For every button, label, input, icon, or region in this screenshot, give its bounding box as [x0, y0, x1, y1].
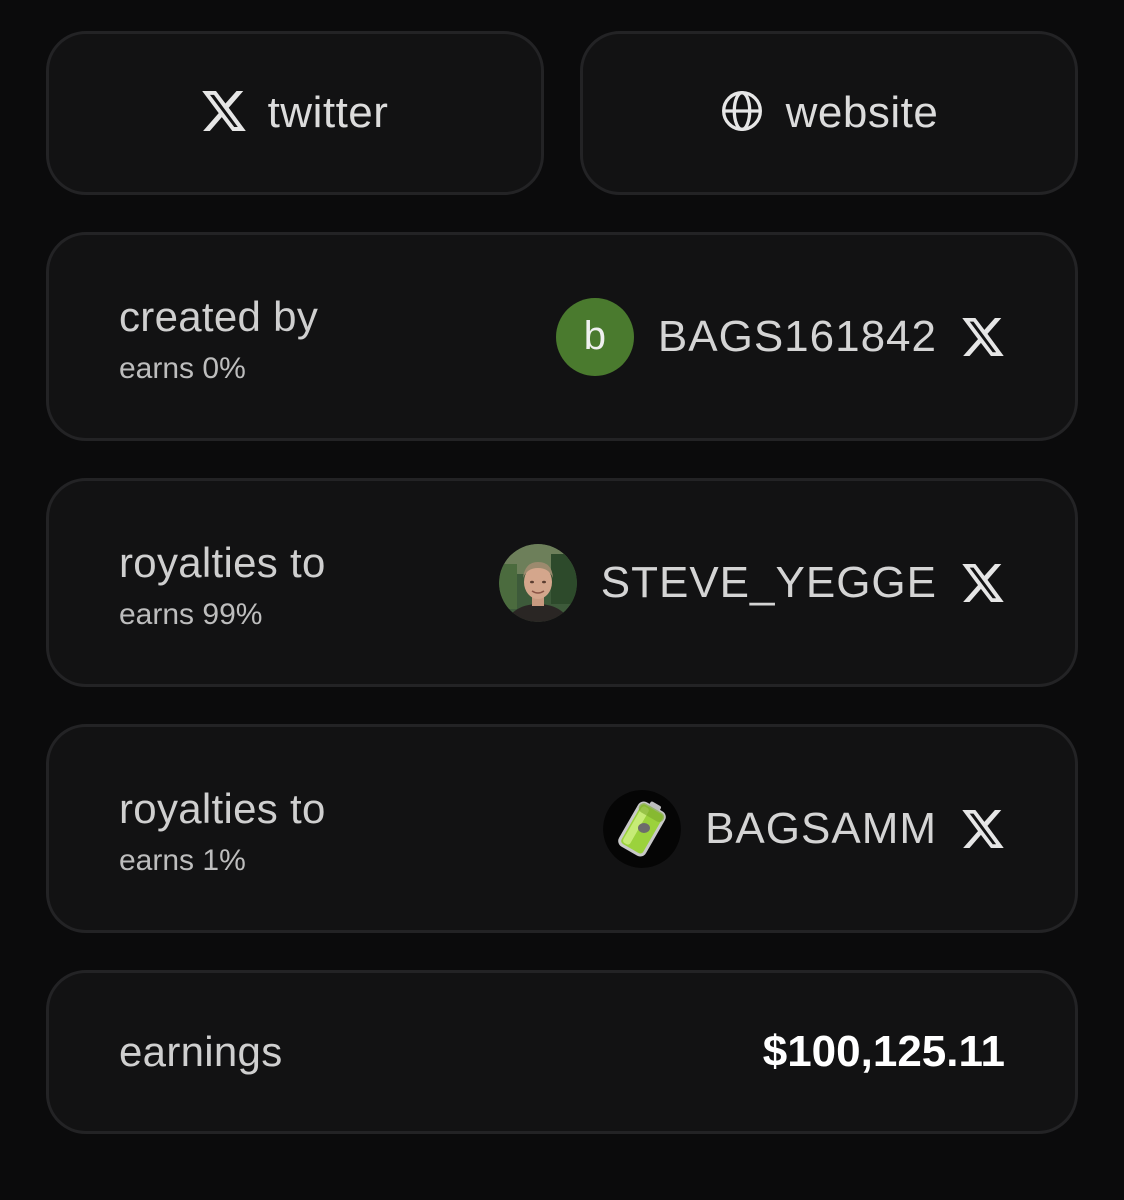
earnings-value: $100,125.11	[762, 1027, 1005, 1076]
royalty-title: royalties to	[119, 785, 326, 832]
royalty-x-icon[interactable]	[961, 807, 1005, 851]
creator-avatar[interactable]: b	[555, 297, 634, 376]
royalty-username[interactable]: BAGSAMM	[705, 804, 937, 854]
earnings-label: earnings	[119, 1028, 283, 1075]
royalty-row: royalties to earns 99% STEVE_YEGGE	[46, 478, 1078, 687]
creator-row: created by earns 0% b BAGS161842	[46, 232, 1078, 441]
royalty-earns: earns 99%	[119, 598, 263, 631]
royalty-title: royalties to	[119, 539, 326, 586]
royalty-username[interactable]: STEVE_YEGGE	[601, 558, 937, 608]
royalty-row: royalties to earns 1% BAGSAMM	[46, 724, 1078, 933]
earnings-row: earnings $100,125.11	[46, 970, 1078, 1134]
twitter-link-label: twitter	[267, 88, 389, 137]
royalty-earns: earns 1%	[119, 844, 246, 877]
creator-earns: earns 0%	[119, 352, 246, 385]
creator-title: created by	[119, 293, 319, 340]
x-logo-icon	[201, 90, 246, 136]
website-link-label: website	[785, 88, 939, 137]
twitter-link-button[interactable]: twitter	[46, 31, 544, 195]
green-battery-avatar[interactable]	[603, 789, 682, 868]
website-link-button[interactable]: website	[580, 31, 1078, 195]
creator-username[interactable]: BAGS161842	[658, 312, 937, 362]
royalty-x-icon[interactable]	[961, 561, 1005, 605]
creator-x-icon[interactable]	[961, 315, 1005, 359]
globe-icon	[720, 89, 764, 138]
person-photo-avatar[interactable]	[498, 543, 577, 622]
